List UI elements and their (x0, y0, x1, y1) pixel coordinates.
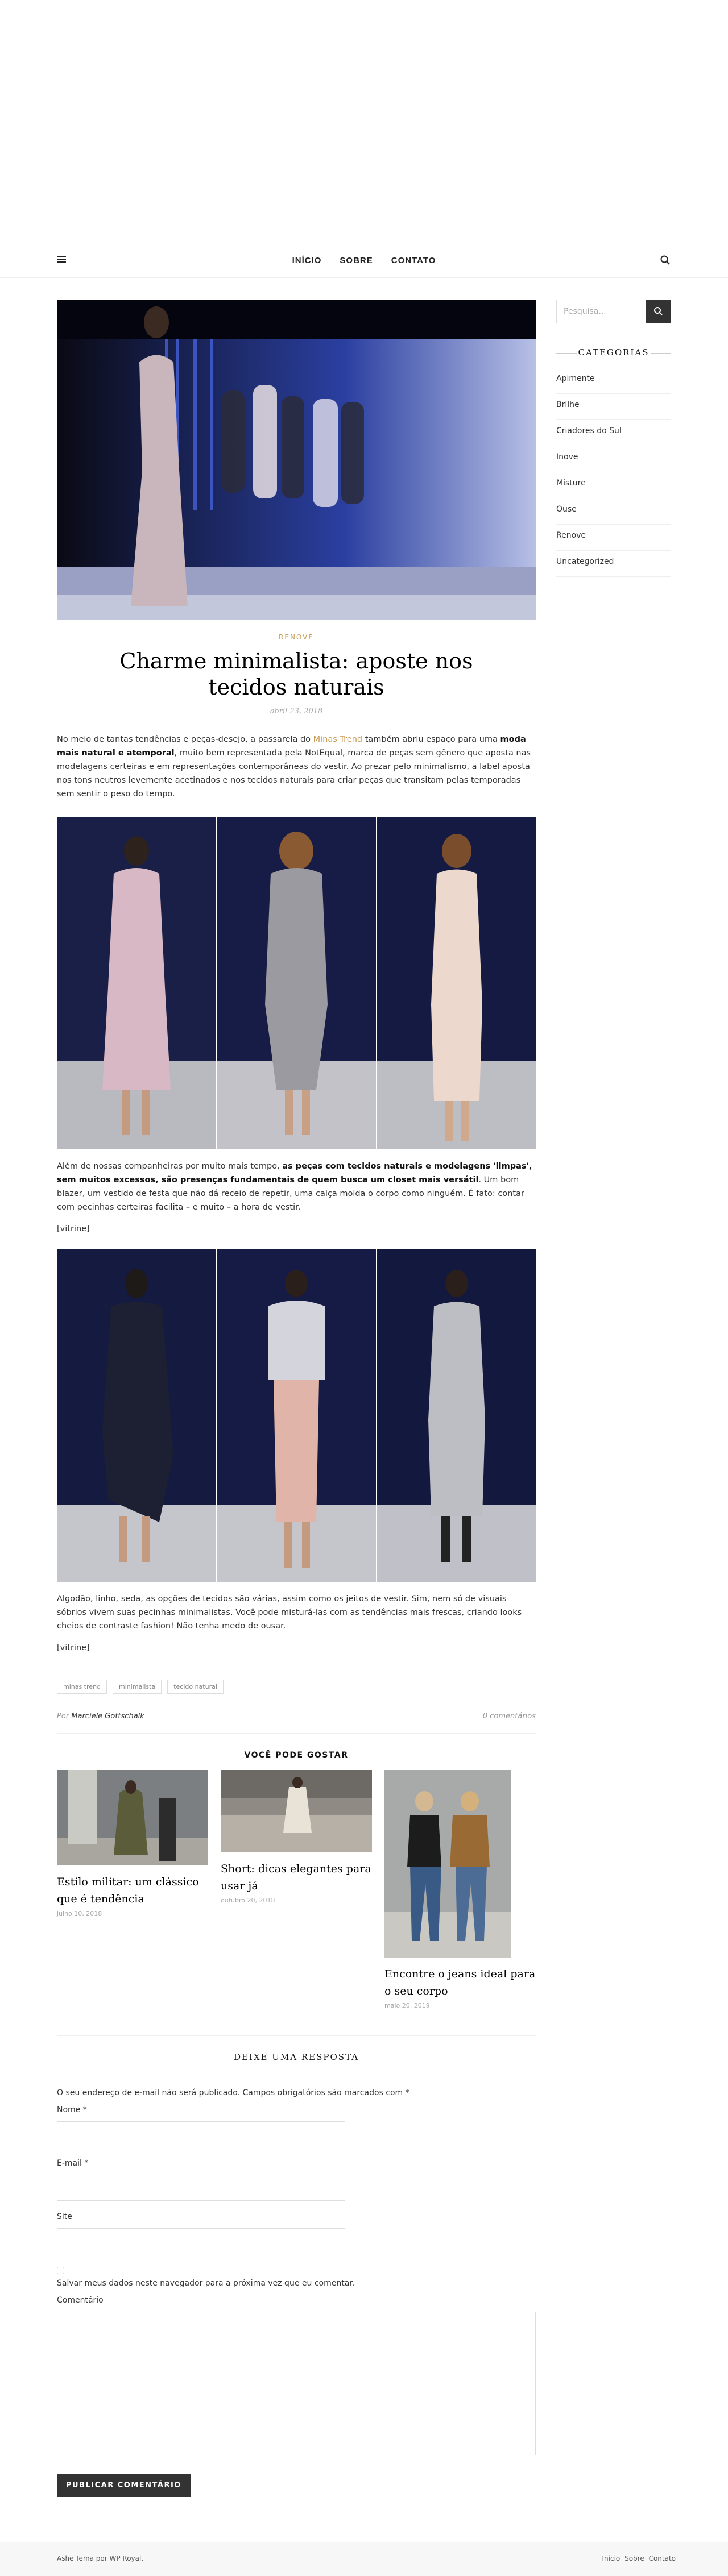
comment-textarea[interactable] (57, 2312, 536, 2455)
gallery-photo (377, 817, 536, 1149)
reply-heading: DEIXE UMA RESPOSTA (57, 2035, 536, 2062)
related-post-image[interactable] (57, 1770, 208, 1865)
related-post-title[interactable]: Estilo militar: um clássico que é tendên… (57, 1873, 208, 1908)
category-link[interactable]: Uncategorized (556, 551, 671, 577)
tag-link[interactable]: tecido natural (167, 1680, 224, 1694)
related-posts-heading: VOCÊ PODE GOSTAR (244, 1751, 349, 1760)
category-link[interactable]: Inove (556, 446, 671, 472)
categories-heading: CATEGORIAS (556, 347, 671, 358)
footer: Ashe Tema por WP Royal. Início Sobre Con… (0, 2542, 728, 2576)
comments-count[interactable]: 0 comentários (483, 1712, 536, 1721)
footer-credit[interactable]: Ashe Tema por WP Royal. (57, 2554, 143, 2562)
related-post[interactable]: Encontre o jeans ideal para o seu corpo … (384, 1770, 536, 2009)
gallery-photo (217, 1249, 376, 1582)
tag-link[interactable]: minas trend (57, 1680, 107, 1694)
gallery-photo (57, 817, 216, 1149)
paragraph-2: Além de nossas companheiras por muito ma… (57, 1162, 532, 1212)
related-post[interactable]: Short: dicas elegantes para usar já outu… (221, 1770, 372, 2009)
paragraph-3: Algodão, linho, seda, as opções de tecid… (57, 1594, 522, 1631)
related-post-title[interactable]: Encontre o jeans ideal para o seu corpo (384, 1966, 536, 2000)
related-post-image[interactable] (221, 1770, 372, 1852)
category-link[interactable]: Brilhe (556, 394, 671, 420)
sidebar-search: Pesquisa... (556, 300, 671, 323)
search-icon[interactable] (660, 255, 671, 266)
gallery-1 (57, 817, 536, 1149)
footer-link-inicio[interactable]: Início (602, 2554, 621, 2562)
author-prefix: Por (57, 1712, 69, 1721)
save-data-label: Salvar meus dados neste navegador para a… (57, 2279, 355, 2288)
post-date: abril 23, 2018 (270, 707, 323, 716)
vitrine-placeholder: [vitrine] (57, 1224, 90, 1233)
related-post-image[interactable] (384, 1770, 511, 1958)
related-post-date: maio 20, 2019 (384, 2002, 430, 2009)
category-link[interactable]: Criadores do Sul (556, 420, 671, 446)
related-post-date: outubro 20, 2018 (221, 1897, 275, 1904)
vitrine-placeholder: [vitrine] (57, 1643, 90, 1652)
nav-link-contato[interactable]: CONTATO (391, 256, 436, 265)
featured-image[interactable] (57, 300, 536, 620)
category-link[interactable]: Misture (556, 472, 671, 498)
search-input[interactable]: Pesquisa... (556, 300, 646, 323)
comment-label: Comentário (57, 2296, 104, 2305)
related-posts: Estilo militar: um clássico que é tendên… (57, 1770, 536, 2009)
nav-link-inicio[interactable]: INÍCIO (292, 256, 322, 265)
submit-comment-button[interactable]: PUBLICAR COMENTÁRIO (57, 2474, 191, 2497)
search-button[interactable] (646, 300, 671, 323)
post-meta: Por Marciele Gottschalk 0 comentários (57, 1712, 536, 1734)
save-data-row: Salvar meus dados neste navegador para a… (57, 2267, 536, 2288)
form-note: O seu endereço de e-mail não será public… (57, 2088, 410, 2097)
tag-link[interactable]: minimalista (113, 1680, 162, 1694)
site-field[interactable] (57, 2228, 345, 2254)
category-link[interactable]: Ouse (556, 498, 671, 525)
header-space (0, 0, 728, 242)
nav-link-sobre[interactable]: SOBRE (340, 256, 373, 265)
minas-trend-link[interactable]: Minas Trend (313, 735, 362, 744)
footer-link-contato[interactable]: Contato (649, 2554, 676, 2562)
related-post-title[interactable]: Short: dicas elegantes para usar já (221, 1860, 372, 1894)
related-post-date: julho 10, 2018 (57, 1910, 102, 1917)
name-label: Nome * (57, 2105, 87, 2114)
category-link[interactable]: Apimente (556, 368, 671, 394)
author-link[interactable]: Marciele Gottschalk (71, 1712, 144, 1721)
navbar: INÍCIO SOBRE CONTATO (0, 242, 728, 278)
post-category[interactable]: RENOVE (57, 633, 536, 641)
footer-link-sobre[interactable]: Sobre (624, 2554, 644, 2562)
post-tags: minas trend minimalista tecido natural (57, 1680, 536, 1694)
email-field[interactable] (57, 2175, 345, 2201)
paragraph-1: No meio de tantas tendências e peças-des… (57, 735, 531, 799)
name-field[interactable] (57, 2121, 345, 2147)
post-title: Charme minimalista: aposte nos tecidos n… (119, 649, 473, 700)
save-data-checkbox[interactable] (57, 2267, 64, 2274)
category-link[interactable]: Renove (556, 525, 671, 551)
categories-list: Apimente Brilhe Criadores do Sul Inove M… (556, 368, 671, 577)
site-label: Site (57, 2212, 72, 2221)
nav-menu: INÍCIO SOBRE CONTATO (0, 242, 728, 279)
footer-links: Início Sobre Contato (600, 2554, 676, 2562)
gallery-2 (57, 1249, 536, 1582)
gallery-photo (377, 1249, 536, 1582)
search-icon (654, 307, 663, 315)
gallery-photo (57, 1249, 216, 1582)
related-post[interactable]: Estilo militar: um clássico que é tendên… (57, 1770, 208, 2009)
post-content: RENOVE Charme minimalista: aposte nos te… (57, 300, 536, 2497)
sidebar: Pesquisa... CATEGORIAS Apimente Brilhe C… (556, 300, 671, 577)
email-label: E-mail * (57, 2159, 89, 2168)
gallery-photo (217, 817, 376, 1149)
